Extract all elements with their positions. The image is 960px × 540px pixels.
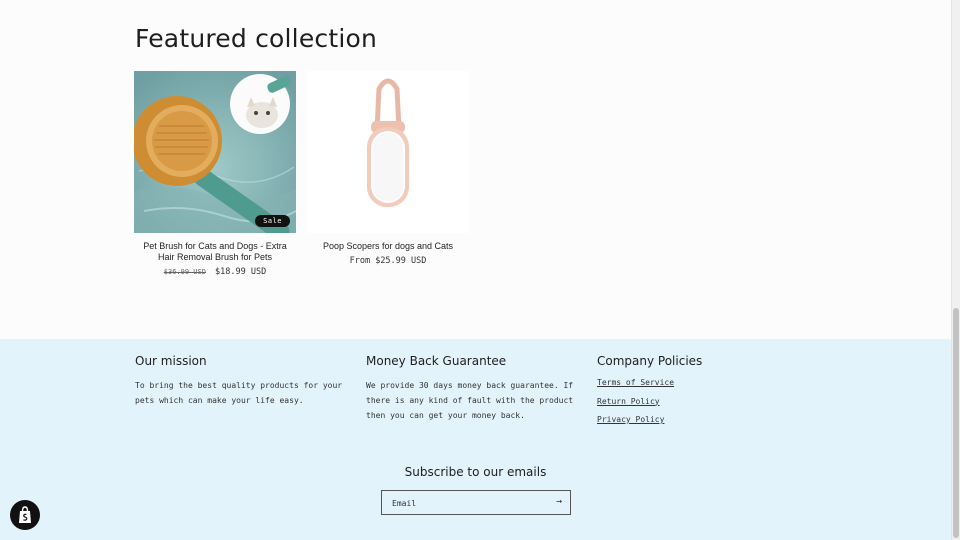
product-image[interactable]: Sale — [134, 71, 296, 233]
product-card[interactable]: Sale Pet Brush for Cats and Dogs - Extra… — [134, 71, 296, 277]
terms-of-service-link[interactable]: Terms of Service — [597, 378, 817, 387]
scrollbar[interactable] — [951, 0, 960, 540]
price: From $25.99 USD — [349, 256, 427, 266]
email-input[interactable] — [392, 497, 542, 509]
privacy-policy-link[interactable]: Privacy Policy — [597, 415, 817, 424]
policies-block: Company Policies Terms of Service Return… — [597, 354, 817, 434]
subscribe-title: Subscribe to our emails — [404, 465, 547, 479]
arrow-right-icon[interactable]: → — [556, 496, 562, 507]
sale-badge: Sale — [255, 215, 290, 227]
sale-price: $18.99 USD — [215, 267, 267, 277]
policies-heading: Company Policies — [597, 354, 703, 368]
page: Featured collection Sale Pet Brush for C… — [0, 0, 951, 540]
section-title: Featured collection — [135, 24, 378, 53]
price-row: From $25.99 USD — [307, 256, 469, 266]
mission-block: Our mission To bring the best quality pr… — [135, 354, 355, 408]
guarantee-block: Money Back Guarantee We provide 30 days … — [366, 354, 586, 423]
product-title[interactable]: Pet Brush for Cats and Dogs - Extra Hair… — [134, 241, 296, 263]
product-card[interactable]: Poop Scopers for dogs and Cats From $25.… — [307, 71, 469, 266]
product-image[interactable] — [307, 71, 469, 233]
pet-brush-image — [134, 71, 296, 233]
guarantee-heading: Money Back Guarantee — [366, 354, 507, 368]
price-row: $36.99 USD $18.99 USD — [134, 267, 296, 277]
shopify-bag-icon[interactable] — [10, 500, 40, 530]
poop-scooper-image — [307, 71, 469, 233]
email-form: → — [381, 490, 571, 515]
compare-price: $36.99 USD — [163, 268, 206, 276]
mission-text: To bring the best quality products for y… — [135, 381, 343, 405]
featured-collection: Featured collection Sale Pet Brush for C… — [0, 0, 951, 339]
return-policy-link[interactable]: Return Policy — [597, 397, 817, 406]
footer: Our mission To bring the best quality pr… — [0, 339, 951, 540]
product-title[interactable]: Poop Scopers for dogs and Cats — [307, 241, 469, 252]
guarantee-text: We provide 30 days money back guarantee.… — [366, 381, 574, 420]
mission-heading: Our mission — [135, 354, 207, 368]
scrollbar-thumb[interactable] — [953, 308, 959, 538]
